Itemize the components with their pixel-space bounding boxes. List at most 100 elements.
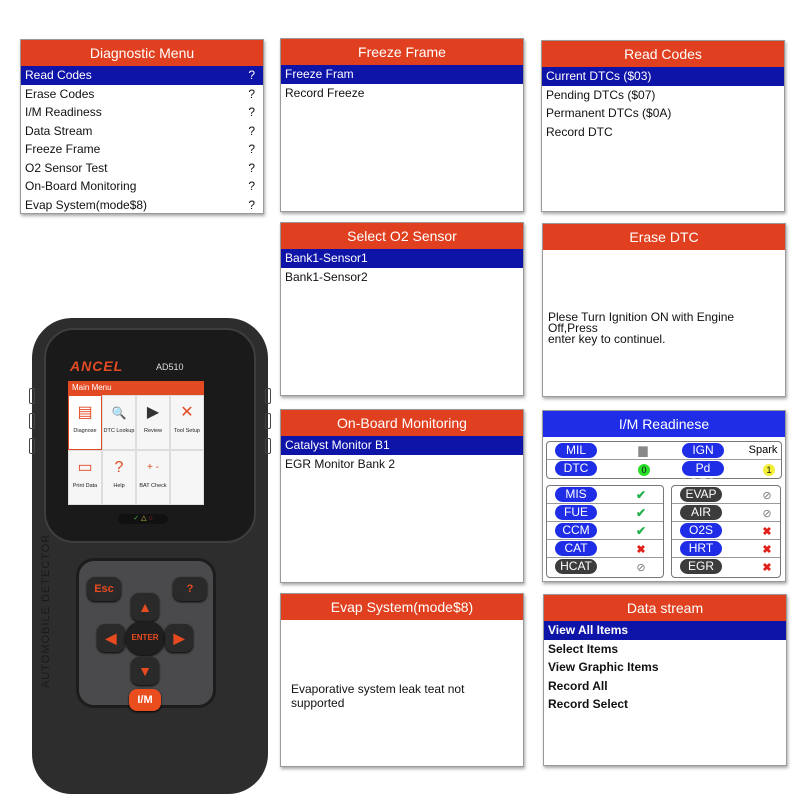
menu-item-erase-codes[interactable]: Erase Codes? xyxy=(21,85,263,104)
tile-dtc-lookup[interactable]: 🔍 DTC Lookup xyxy=(102,395,136,450)
menu-item-record-select[interactable]: Record Select xyxy=(544,695,786,714)
evap-system-panel: Evap System(mode$8) Evaporative system l… xyxy=(280,593,524,767)
menu-item-evap-system[interactable]: Evap System(mode$8)? xyxy=(21,196,263,215)
model-label: AD510 xyxy=(156,362,184,372)
menu-item-record-freeze[interactable]: Record Freeze xyxy=(281,84,523,103)
panel-title: On-Board Monitoring xyxy=(281,410,523,436)
dtc-count-badge: 0 xyxy=(637,462,651,476)
tile-review[interactable]: ▶ Review xyxy=(136,395,170,450)
menu-item-data-stream[interactable]: Data Stream? xyxy=(21,122,263,141)
obd-scanner-device: ANCEL AD510 Main Menu ▤ Diagnose 🔍 DTC Loo… xyxy=(29,318,271,794)
menu-item-record-dtc[interactable]: Record DTC xyxy=(542,123,784,142)
clapperboard-icon: ▶ xyxy=(146,404,160,421)
down-arrow-button[interactable]: ▼ xyxy=(131,657,159,685)
tile-label: Diagnose xyxy=(73,428,97,434)
ign-pill: IGN xyxy=(682,443,724,458)
menu-item-label: O2 Sensor Test xyxy=(25,160,108,175)
check-icon: ✔ xyxy=(635,524,647,538)
esc-button[interactable]: Esc xyxy=(87,577,121,601)
menu-item-bank1-sensor1[interactable]: Bank1-Sensor1 xyxy=(281,249,523,268)
panel-title: Freeze Frame xyxy=(281,39,523,65)
tile-label: Tool Setup xyxy=(174,428,200,434)
enter-button[interactable]: ENTER xyxy=(125,621,165,655)
menu-item-o2-sensor-test[interactable]: O2 Sensor Test? xyxy=(21,159,263,178)
monitor-row-fue: FUE ✔ xyxy=(547,504,663,522)
menu-item-pending-dtcs[interactable]: Pending DTCs ($07) xyxy=(542,86,784,105)
cross-icon: ✖ xyxy=(762,544,772,556)
menu-item-onboard-monitoring[interactable]: On-Board Monitoring? xyxy=(21,177,263,196)
main-menu-grid: ▤ Diagnose 🔍 DTC Lookup ▶ Review ✕ Tool Setu… xyxy=(68,395,204,505)
menu-item-view-all-items[interactable]: View All Items xyxy=(544,621,786,640)
monitor-row-mis: MIS ✔ xyxy=(547,486,663,504)
im-left-monitors: MIS ✔ FUE ✔ CCM ✔ CAT ✖ HCAT ⊘ xyxy=(546,485,664,578)
grip-ridge xyxy=(29,413,35,429)
im-right-monitors: EVAP ⊘ AIR ⊘ O2S ✖ HRT ✖ EGR ✖ xyxy=(671,485,781,578)
left-arrow-button[interactable]: ◀ xyxy=(97,624,125,652)
help-icon[interactable]: ? xyxy=(248,196,255,215)
help-icon[interactable]: ? xyxy=(248,140,255,159)
brand-logo: ANCEL xyxy=(70,358,124,374)
tile-diagnose[interactable]: ▤ Diagnose xyxy=(68,395,102,450)
menu-item-freeze-fram[interactable]: Freeze Fram xyxy=(281,65,523,84)
engine-icon: ▤ xyxy=(77,404,93,421)
cross-icon: ✖ xyxy=(636,544,646,556)
help-icon: ? xyxy=(114,459,124,476)
help-icon[interactable]: ? xyxy=(248,159,255,178)
help-icon[interactable]: ? xyxy=(248,122,255,141)
menu-item-select-items[interactable]: Select Items xyxy=(544,640,786,659)
tile-tool-setup[interactable]: ✕ Tool Setup xyxy=(170,395,204,450)
up-arrow-button[interactable]: ▲ xyxy=(131,593,159,621)
tile-print-data[interactable]: ▭ Print Data xyxy=(68,450,102,505)
menu-item-egr-monitor[interactable]: EGR Monitor Bank 2 xyxy=(281,455,523,474)
im-readiness-panel: I/M Readinese MIL ▆ IGN Spark DTC 0 Pd D… xyxy=(542,410,786,582)
select-o2-sensor-panel: Select O2 Sensor Bank1-Sensor1 Bank1-Sen… xyxy=(280,222,524,396)
menu-item-record-all[interactable]: Record All xyxy=(544,677,786,696)
menu-item-catalyst-monitor[interactable]: Catalyst Monitor B1 xyxy=(281,436,523,455)
menu-item-bank1-sensor2[interactable]: Bank1-Sensor2 xyxy=(281,268,523,287)
right-arrow-button[interactable]: ▶ xyxy=(165,624,193,652)
tile-empty xyxy=(170,450,204,505)
grip-ridge xyxy=(265,438,271,454)
help-icon[interactable]: ? xyxy=(248,103,255,122)
menu-item-freeze-frame[interactable]: Freeze Frame? xyxy=(21,140,263,159)
help-icon[interactable]: ? xyxy=(248,85,255,104)
panel-title: Data stream xyxy=(544,595,786,621)
panel-title: Select O2 Sensor xyxy=(281,223,523,249)
tile-bat-check[interactable]: + - BAT Check xyxy=(136,450,170,505)
device-screen: Main Menu ▤ Diagnose 🔍 DTC Lookup ▶ Review … xyxy=(68,381,204,505)
menu-item-label: Erase Codes xyxy=(25,86,95,101)
panel-title: Erase DTC xyxy=(543,224,785,250)
monitor-pill: FUE xyxy=(555,505,597,520)
menu-item-read-codes[interactable]: Read Codes? xyxy=(21,66,263,85)
read-codes-panel: Read Codes Current DTCs ($03) Pending DT… xyxy=(541,40,785,212)
freeze-frame-panel: Freeze Frame Freeze Fram Record Freeze xyxy=(280,38,524,212)
onboard-monitoring-panel: On-Board Monitoring Catalyst Monitor B1 … xyxy=(280,409,524,583)
message-line: enter key to continuel. xyxy=(548,332,666,346)
menu-item-current-dtcs[interactable]: Current DTCs ($03) xyxy=(542,67,784,86)
im-row-dtc: DTC 0 Pd DTC 1 xyxy=(547,460,781,490)
not-supported-icon: ⊘ xyxy=(636,562,646,574)
menu-item-permanent-dtcs[interactable]: Permanent DTCs ($0A) xyxy=(542,104,784,123)
help-button[interactable]: ? xyxy=(173,577,207,601)
monitor-pill: HCAT xyxy=(555,559,597,574)
tile-label: Print Data xyxy=(72,483,98,489)
pd-dtc-pill: Pd DTC xyxy=(682,461,724,490)
tile-label: Help xyxy=(113,483,125,489)
monitor-row-ccm: CCM ✔ xyxy=(547,522,663,540)
grip-ridge xyxy=(29,438,35,454)
check-icon: ✔ xyxy=(635,488,647,502)
monitor-row-cat: CAT ✖ xyxy=(547,540,663,558)
im-row-mil-ign: MIL ▆ IGN Spark xyxy=(547,442,781,460)
help-icon[interactable]: ? xyxy=(248,66,255,85)
pd-dtc-count-badge: 1 xyxy=(762,462,776,476)
im-status-box: MIL ▆ IGN Spark DTC 0 Pd DTC 1 xyxy=(546,441,782,490)
menu-item-im-readiness[interactable]: I/M Readiness? xyxy=(21,103,263,122)
im-button[interactable]: I/M xyxy=(129,689,161,711)
monitor-pill: O2S xyxy=(680,523,722,538)
magnifier-doc-icon: 🔍 xyxy=(111,406,127,420)
menu-item-view-graphic-items[interactable]: View Graphic Items xyxy=(544,658,786,677)
help-icon[interactable]: ? xyxy=(248,177,255,196)
tile-help[interactable]: ? Help xyxy=(102,450,136,505)
monitor-row-o2s: O2S ✖ xyxy=(672,522,780,540)
monitor-pill: EGR xyxy=(680,559,722,574)
